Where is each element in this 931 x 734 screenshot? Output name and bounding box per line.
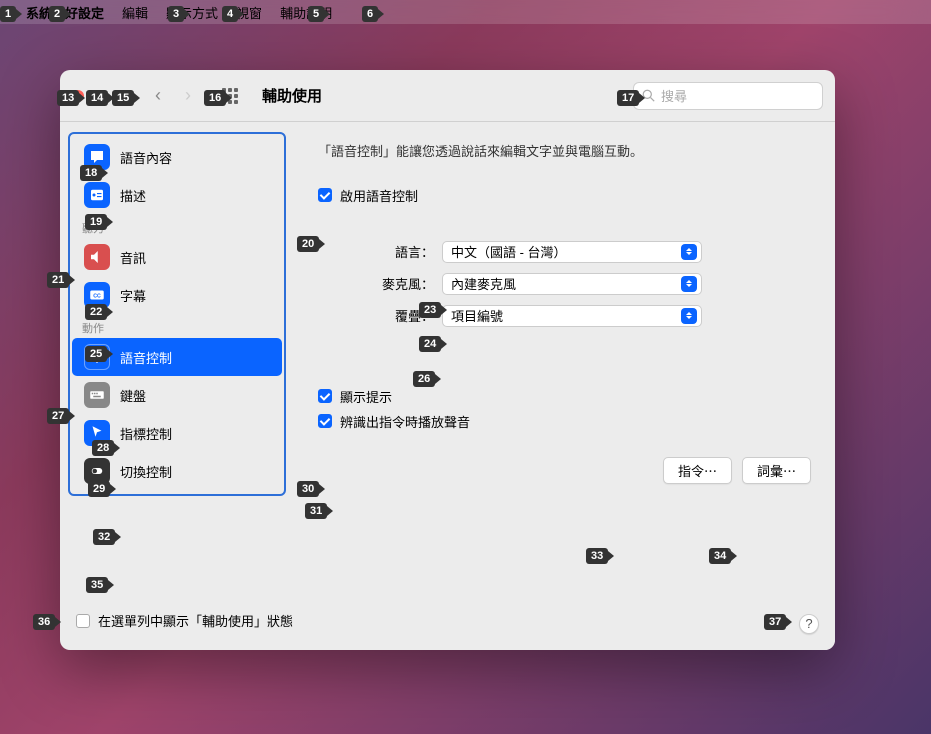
menu-edit[interactable]: 編輯 [122, 3, 148, 22]
commands-button[interactable]: 指令⋯ [663, 457, 732, 484]
language-select[interactable]: 中文（國語 - 台灣） [442, 241, 702, 263]
show-all-button[interactable] [216, 84, 244, 108]
sidebar-item-keyboard[interactable]: 鍵盤 [72, 376, 282, 414]
mic-label: 麥克風： [318, 274, 442, 293]
search-placeholder: 搜尋 [661, 86, 687, 105]
cc-icon: CC [84, 282, 110, 308]
overlay-label: 覆疊： [318, 306, 442, 325]
enable-label: 啟用語音控制 [340, 186, 418, 205]
keyboard-icon [84, 382, 110, 408]
enable-voice-checkbox[interactable] [318, 188, 332, 202]
help-button[interactable]: ? [799, 614, 819, 634]
grid-icon [222, 88, 238, 104]
language-value: 中文（國語 - 台灣） [451, 242, 567, 261]
audio-icon [84, 244, 110, 270]
window-title: 輔助使用 [262, 85, 322, 106]
vocabulary-button[interactable]: 詞彙⋯ [742, 457, 811, 484]
pointer-icon [84, 420, 110, 446]
svg-text:CC: CC [93, 293, 101, 299]
mic-value: 內建麥克風 [451, 274, 516, 293]
sidebar-item-voice-control[interactable]: 語音控制 [72, 338, 282, 376]
sidebar-label: 指標控制 [120, 424, 172, 443]
menu-view[interactable]: 顯示方式 [166, 3, 218, 22]
sidebar-label: 切換控制 [120, 462, 172, 481]
zoom-button[interactable] [112, 90, 124, 102]
sidebar-item-audio[interactable]: 音訊 [72, 238, 282, 276]
play-sound-checkbox[interactable] [318, 414, 332, 428]
sidebar-label: 語音內容 [120, 148, 172, 167]
switch-icon [84, 458, 110, 484]
overlay-value: 項目編號 [451, 306, 503, 325]
chevron-updown-icon [681, 308, 697, 324]
sidebar: 語音內容 描述 聽力 音訊 CC 字幕 動作 語音控制 [60, 122, 294, 650]
sidebar-label: 語音控制 [120, 348, 172, 367]
prefs-window: ‹ › 輔助使用 搜尋 語音內容 描述 聽力 [60, 70, 835, 650]
back-button[interactable]: ‹ [144, 84, 172, 108]
menubar-status-label: 在選單列中顯示「輔助使用」狀態 [98, 611, 293, 630]
titlebar: ‹ › 輔助使用 搜尋 [60, 70, 835, 122]
menu-help[interactable]: 輔助說明 [280, 3, 332, 22]
menubar-status-checkbox[interactable] [76, 614, 90, 628]
chevron-updown-icon [681, 276, 697, 292]
menubar: 系統偏好設定 編輯 顯示方式 視窗 輔助說明 [0, 0, 931, 24]
menu-app[interactable]: 系統偏好設定 [26, 3, 104, 22]
hearing-header: 聽力 [72, 214, 282, 238]
hints-label: 顯示提示 [340, 387, 392, 406]
search-input[interactable]: 搜尋 [633, 82, 823, 110]
forward-button[interactable]: › [174, 84, 202, 108]
menu-window[interactable]: 視窗 [236, 3, 262, 22]
speech-icon [84, 144, 110, 170]
description-text: 「語音控制」能讓您透過說話來編輯文字並與電腦互動。 [318, 142, 811, 162]
sidebar-label: 鍵盤 [120, 386, 146, 405]
sidebar-item-speech[interactable]: 語音內容 [72, 138, 282, 176]
main-panel: 「語音控制」能讓您透過說話來編輯文字並與電腦互動。 啟用語音控制 語言： 中文（… [294, 122, 835, 650]
chevron-updown-icon [681, 244, 697, 260]
show-hints-checkbox[interactable] [318, 389, 332, 403]
search-icon [642, 89, 655, 102]
action-header: 動作 [72, 314, 282, 338]
sidebar-label: 音訊 [120, 248, 146, 267]
language-label: 語言： [318, 242, 442, 261]
overlay-select[interactable]: 項目編號 [442, 305, 702, 327]
close-button[interactable] [72, 90, 84, 102]
sidebar-label: 字幕 [120, 286, 146, 305]
sidebar-label: 描述 [120, 186, 146, 205]
desc-icon [84, 182, 110, 208]
minimize-button[interactable] [92, 90, 104, 102]
mic-select[interactable]: 內建麥克風 [442, 273, 702, 295]
voice-icon [84, 344, 110, 370]
sidebar-item-pointer[interactable]: 指標控制 [72, 414, 282, 452]
sound-label: 辨識出指令時播放聲音 [340, 412, 470, 431]
sidebar-item-switch[interactable]: 切換控制 [72, 452, 282, 490]
sidebar-item-descriptions[interactable]: 描述 [72, 176, 282, 214]
sidebar-item-captions[interactable]: CC 字幕 [72, 276, 282, 314]
